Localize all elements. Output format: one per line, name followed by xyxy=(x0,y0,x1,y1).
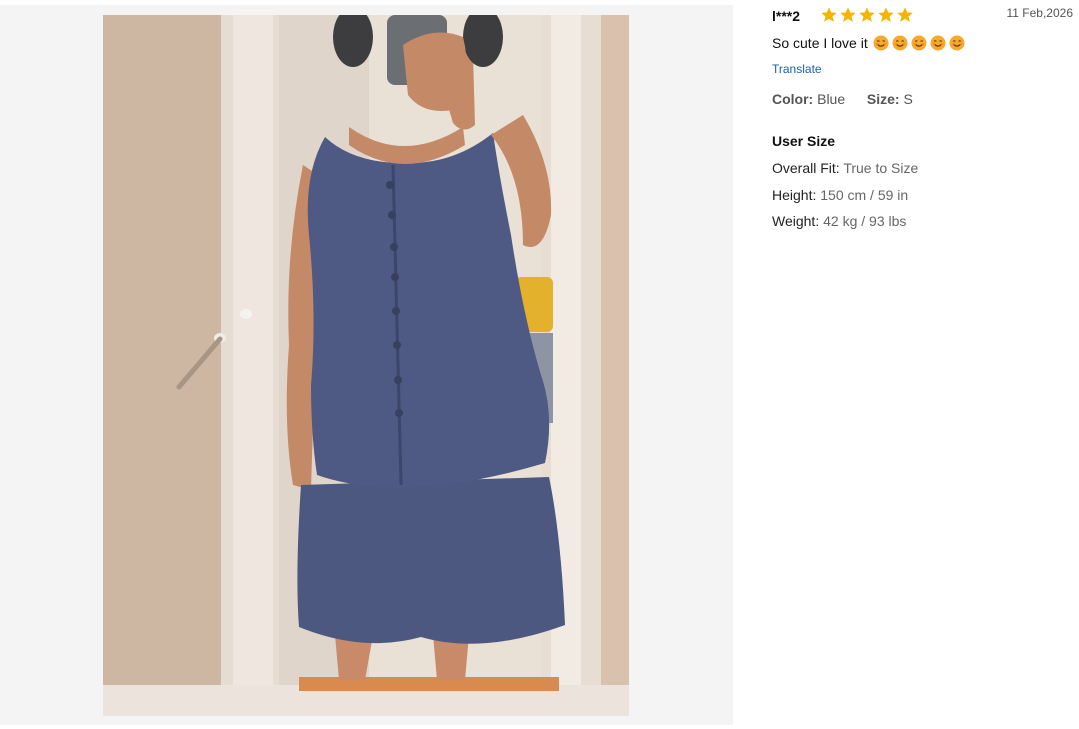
size-value: S xyxy=(903,91,913,107)
size-label: Size: xyxy=(866,91,900,107)
star-icon xyxy=(840,7,856,22)
smiling-face-emoji-icon xyxy=(873,35,889,51)
smiling-face-emoji-icon xyxy=(930,35,946,51)
overall-fit-value: True to Size xyxy=(843,160,919,176)
color-label: Color: xyxy=(772,91,814,107)
purchase-attributes: Color: Blue Size: S xyxy=(772,91,913,107)
height-row: Height: 150 cm / 59 in xyxy=(772,187,908,203)
smiling-face-emoji-icon xyxy=(911,35,927,51)
star-icon xyxy=(859,7,875,22)
translate-link[interactable]: Translate xyxy=(772,62,822,76)
review-date: 11 Feb,2026 xyxy=(1006,6,1074,20)
review-photo-panel xyxy=(0,5,733,725)
review-text-row: So cute I love it xyxy=(772,35,965,51)
weight-label: Weight: xyxy=(772,213,820,229)
color-value: Blue xyxy=(817,91,846,107)
overall-fit-label: Overall Fit: xyxy=(772,160,840,176)
star-icon xyxy=(878,7,894,22)
overall-fit-row: Overall Fit: True to Size xyxy=(772,160,918,176)
user-size-title: User Size xyxy=(772,133,836,149)
smiling-face-emoji-icon xyxy=(892,35,908,51)
weight-value: 42 kg / 93 lbs xyxy=(823,213,907,229)
reviewer-name: l***2 xyxy=(772,8,801,24)
height-value: 150 cm / 59 in xyxy=(820,187,909,203)
height-label: Height: xyxy=(772,187,817,203)
star-rating xyxy=(820,6,914,24)
review-text: So cute I love it xyxy=(772,35,868,51)
star-icon xyxy=(897,7,913,22)
smiling-face-emoji-icon xyxy=(949,35,965,51)
weight-row: Weight: 42 kg / 93 lbs xyxy=(772,213,906,229)
review-photo[interactable] xyxy=(103,15,629,716)
star-icon xyxy=(821,7,837,22)
review-header: l***2 11 Feb,2026 xyxy=(772,6,1074,26)
emoji-group xyxy=(873,35,965,51)
